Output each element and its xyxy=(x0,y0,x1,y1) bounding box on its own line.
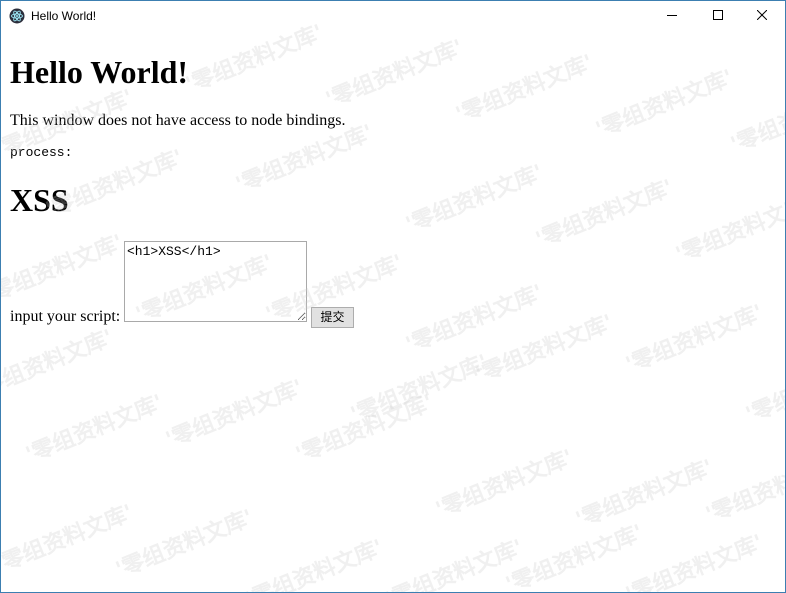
submit-button[interactable]: 提交 xyxy=(311,307,354,328)
electron-icon xyxy=(9,8,25,24)
xss-heading: XSS xyxy=(10,182,69,218)
minimize-button[interactable] xyxy=(649,1,695,31)
script-textarea[interactable]: <h1>XSS</h1> xyxy=(124,241,307,322)
access-notice: This window does not have access to node… xyxy=(10,112,346,129)
maximize-icon xyxy=(713,7,723,25)
script-input-label: input your script: xyxy=(10,308,121,325)
close-button[interactable] xyxy=(739,1,785,31)
minimize-icon xyxy=(667,7,677,25)
page-content: Hello World! This window does not have a… xyxy=(10,31,780,591)
title-bar[interactable]: Hello World! xyxy=(1,1,785,31)
close-icon xyxy=(756,7,768,25)
page-heading: Hello World! xyxy=(10,54,189,90)
app-window: Hello World! Hello World! This window do… xyxy=(0,0,786,593)
window-title: Hello World! xyxy=(31,9,97,23)
process-output: process: xyxy=(10,145,73,160)
maximize-button[interactable] xyxy=(695,1,741,31)
